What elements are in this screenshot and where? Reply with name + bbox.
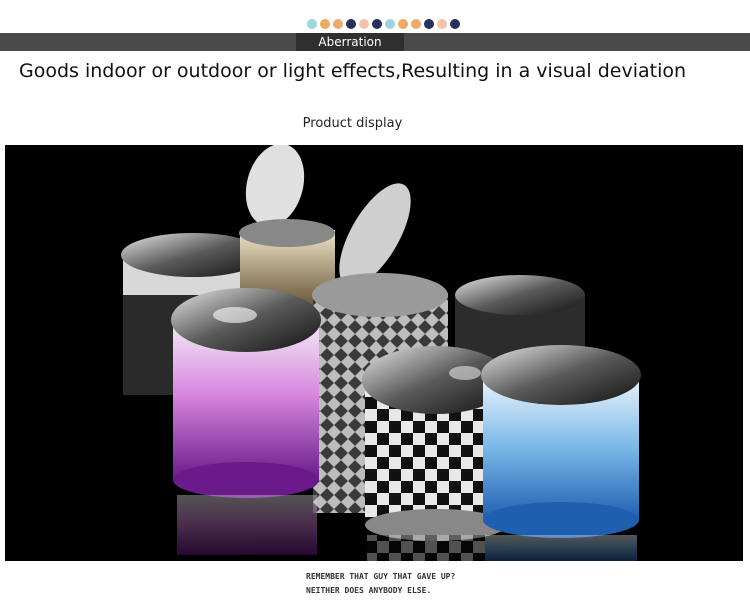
color-dot <box>346 19 356 29</box>
color-dot <box>333 19 343 29</box>
color-dot <box>424 19 434 29</box>
subheading: Product display <box>302 116 403 131</box>
color-dot <box>450 19 460 29</box>
color-dot <box>359 19 369 29</box>
footer-line-2: NEITHER DOES ANYBODY ELSE. <box>306 586 432 595</box>
headline: Goods indoor or outdoor or light effects… <box>19 60 687 82</box>
footer-quote: REMEMBER THAT GUY THAT GAVE UP? NEITHER … <box>306 570 455 598</box>
color-dot <box>437 19 447 29</box>
ashtray-illustration <box>121 145 641 561</box>
product-photo <box>5 145 743 561</box>
banner-label: Aberration <box>296 33 404 51</box>
ashtray-blue <box>481 345 641 538</box>
color-dot <box>307 19 317 29</box>
footer-line-1: REMEMBER THAT GUY THAT GAVE UP? <box>306 572 456 581</box>
color-dot <box>398 19 408 29</box>
color-dots <box>307 19 460 29</box>
color-dot <box>320 19 330 29</box>
ashtray-purple <box>171 288 321 498</box>
color-dot <box>411 19 421 29</box>
color-dot <box>372 19 382 29</box>
color-dot <box>385 19 395 29</box>
section-banner: Aberration <box>0 33 750 51</box>
ashtray-back-center <box>239 145 335 305</box>
